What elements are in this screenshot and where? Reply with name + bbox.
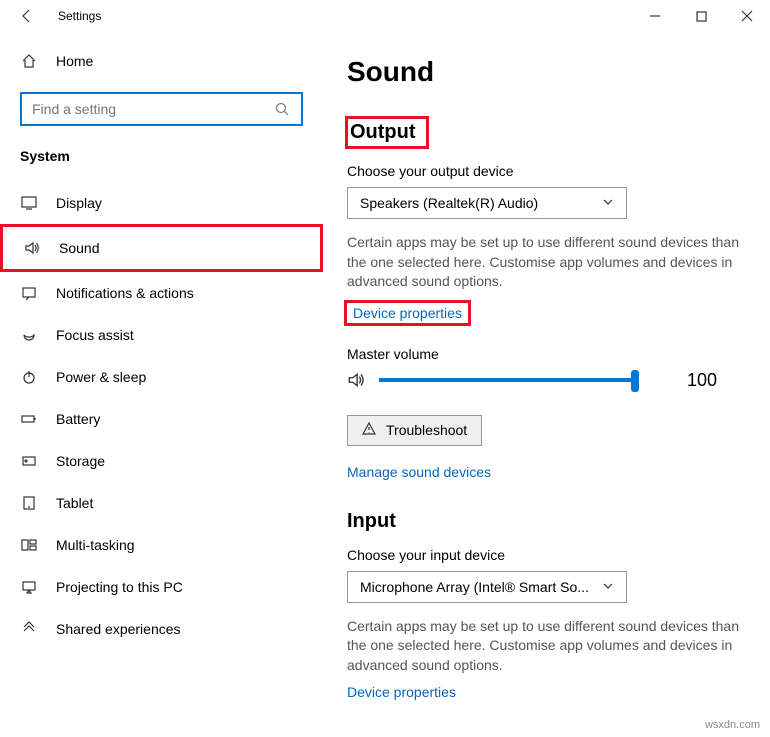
- search-box[interactable]: [20, 92, 303, 126]
- sidebar-item-label: Power & sleep: [56, 369, 146, 385]
- warning-icon: [362, 422, 376, 439]
- category-header: System: [0, 148, 323, 182]
- notifications-icon: [20, 284, 38, 302]
- search-icon: [273, 100, 291, 118]
- output-device-dropdown[interactable]: Speakers (Realtek(R) Audio): [347, 187, 627, 219]
- sidebar-item-label: Multi-tasking: [56, 537, 135, 553]
- sidebar-item-power-sleep[interactable]: Power & sleep: [0, 356, 323, 398]
- sidebar-item-focus-assist[interactable]: Focus assist: [0, 314, 323, 356]
- page-title: Sound: [347, 56, 756, 88]
- chevron-down-icon: [602, 579, 614, 595]
- storage-icon: [20, 452, 38, 470]
- input-device-value: Microphone Array (Intel® Smart So...: [360, 579, 589, 595]
- power-icon: [20, 368, 38, 386]
- battery-icon: [20, 410, 38, 428]
- input-device-label: Choose your input device: [347, 547, 756, 563]
- back-icon[interactable]: [18, 7, 36, 25]
- sidebar-item-label: Projecting to this PC: [56, 579, 183, 595]
- troubleshoot-button[interactable]: Troubleshoot: [347, 415, 482, 446]
- sidebar-item-display[interactable]: Display: [0, 182, 323, 224]
- home-label: Home: [56, 53, 93, 69]
- sidebar-item-tablet[interactable]: Tablet: [0, 482, 323, 524]
- search-input[interactable]: [32, 101, 273, 117]
- input-header: Input: [347, 510, 756, 533]
- sidebar-item-label: Focus assist: [56, 327, 134, 343]
- window-controls: [632, 0, 770, 32]
- output-device-value: Speakers (Realtek(R) Audio): [360, 195, 538, 211]
- display-icon: [20, 194, 38, 212]
- close-button[interactable]: [724, 0, 770, 32]
- volume-value: 100: [687, 370, 717, 391]
- volume-thumb[interactable]: [631, 370, 639, 392]
- sidebar-item-notifications[interactable]: Notifications & actions: [0, 272, 323, 314]
- focus-assist-icon: [20, 326, 38, 344]
- sidebar-item-shared-experiences[interactable]: Shared experiences: [0, 608, 323, 650]
- input-device-dropdown[interactable]: Microphone Array (Intel® Smart So...: [347, 571, 627, 603]
- sidebar-item-label: Tablet: [56, 495, 93, 511]
- volume-slider[interactable]: [379, 378, 639, 382]
- input-helper-text: Certain apps may be set up to use differ…: [347, 617, 756, 676]
- manage-sound-devices-link[interactable]: Manage sound devices: [347, 464, 491, 480]
- sidebar-item-projecting[interactable]: Projecting to this PC: [0, 566, 323, 608]
- home-icon: [20, 52, 38, 70]
- troubleshoot-label: Troubleshoot: [386, 422, 467, 438]
- content: Sound Output Choose your output device S…: [323, 32, 770, 737]
- output-device-label: Choose your output device: [347, 163, 756, 179]
- sidebar-item-label: Notifications & actions: [56, 285, 194, 301]
- minimize-button[interactable]: [632, 0, 678, 32]
- sidebar-item-label: Shared experiences: [56, 621, 181, 637]
- sidebar-item-battery[interactable]: Battery: [0, 398, 323, 440]
- home-button[interactable]: Home: [0, 44, 323, 78]
- sidebar-item-storage[interactable]: Storage: [0, 440, 323, 482]
- sidebar-item-label: Battery: [56, 411, 100, 427]
- sidebar-item-label: Display: [56, 195, 102, 211]
- sidebar-item-label: Sound: [59, 240, 99, 256]
- sidebar: Home System Display Sound Notifications …: [0, 32, 323, 737]
- output-device-properties-link[interactable]: Device properties: [344, 300, 471, 326]
- window-title: Settings: [58, 9, 101, 23]
- sidebar-item-sound[interactable]: Sound: [0, 224, 323, 272]
- shared-icon: [20, 620, 38, 638]
- volume-icon[interactable]: [347, 371, 365, 389]
- tablet-icon: [20, 494, 38, 512]
- multitasking-icon: [20, 536, 38, 554]
- master-volume-label: Master volume: [347, 346, 756, 362]
- volume-row: 100: [347, 370, 756, 391]
- sidebar-item-multitasking[interactable]: Multi-tasking: [0, 524, 323, 566]
- projecting-icon: [20, 578, 38, 596]
- chevron-down-icon: [602, 195, 614, 211]
- sound-icon: [23, 239, 41, 257]
- maximize-button[interactable]: [678, 0, 724, 32]
- watermark: wsxdn.com: [705, 719, 760, 731]
- output-helper-text: Certain apps may be set up to use differ…: [347, 233, 756, 292]
- input-device-properties-link[interactable]: Device properties: [347, 684, 456, 700]
- output-header: Output: [345, 116, 429, 149]
- titlebar: Settings: [0, 0, 770, 32]
- sidebar-item-label: Storage: [56, 453, 105, 469]
